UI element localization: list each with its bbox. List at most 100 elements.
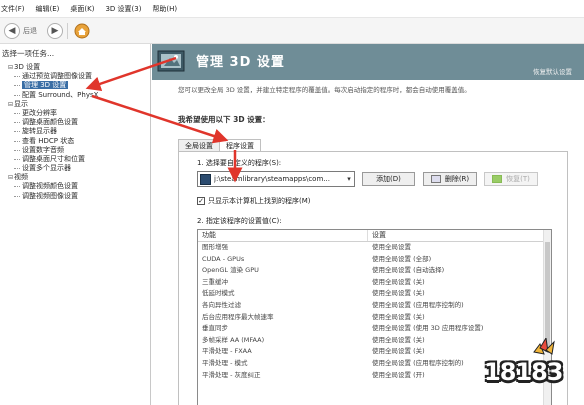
feature-cell: 平滑处理 - 灰度纠正 [202, 370, 261, 379]
toolbar: ◀ 后退 ▶ [0, 18, 584, 44]
sidebar-item[interactable]: 调整视频图像设置 [0, 192, 150, 201]
feature-cell: 图形增强 [202, 243, 228, 251]
sidebar-item-label: 3D 设置 [14, 63, 41, 71]
add-button-label: 添加(D) [376, 175, 401, 183]
feature-cell: 后台应用程序最大帧速率 [202, 312, 274, 321]
sidebar-item-label: 查看 HDCP 状态 [22, 136, 75, 145]
feature-cell: CUDA - GPUs [202, 254, 245, 263]
sidebar-item[interactable]: ⊟显示 [0, 100, 150, 109]
sidebar-title: 选择一项任务... [2, 49, 55, 58]
sidebar-item[interactable]: 调整视频颜色设置 [0, 182, 150, 191]
setting-cell: 使用全局设置 (关) [372, 312, 425, 321]
toolbar-divider [67, 22, 68, 39]
column-feature[interactable]: 功能 [198, 230, 368, 241]
sidebar-item[interactable]: ⊟3D 设置 [0, 63, 150, 72]
menu-desktop[interactable]: 桌面(K) [70, 4, 94, 14]
sidebar-item-label: 更改分辨率 [22, 108, 57, 117]
show-found-programs-checkbox[interactable]: ✓ 只显示本计算机上找到的程序(M) [197, 196, 311, 206]
setting-cell: 使用全局设置 (自动选择) [372, 266, 445, 275]
setting-cell: 使用全局设置 [372, 243, 411, 251]
table-row[interactable]: 图形增强 使用全局设置 [198, 242, 551, 254]
table-row[interactable]: 各向异性过滤 使用全局设置 (应用程序控制的) [198, 300, 551, 312]
settings-list-label: 2. 指定该程序的设置值(C): [197, 217, 282, 225]
sidebar-item[interactable]: 调整桌面尺寸和位置 [0, 155, 150, 164]
feature-cell: 各向异性过滤 [202, 300, 241, 309]
watermark-text: 18183 [484, 358, 563, 386]
setting-cell: 使用全局设置 (关) [372, 289, 425, 298]
back-icon[interactable]: ◀ [4, 22, 20, 39]
page-description: 您可以更改全局 3D 设置，并建立特定程序的覆盖值。每次启动指定的程序时，都会自… [178, 86, 471, 94]
column-setting[interactable]: 设置 [368, 230, 386, 241]
program-dropdown[interactable]: j:\steamlibrary\steamapps\com... ▾ [197, 171, 355, 187]
menu-3d-settings[interactable]: 3D 设置(3) [105, 4, 141, 14]
sidebar-item-label: 设置多个显示器 [22, 164, 71, 173]
restore-program-button[interactable]: 恢复(T) [484, 172, 538, 186]
sidebar-item[interactable]: 查看 HDCP 状态 [0, 137, 150, 146]
restore-defaults-link[interactable]: 恢复默认设置 [533, 66, 572, 76]
sidebar-item[interactable]: 设置数字音频 [0, 146, 150, 155]
feature-cell: 低延时模式 [202, 289, 235, 298]
task-tree: ⊟3D 设置 通过预览调整图像设置 管理 3D 设置 配置 Surround、Phys… [0, 63, 150, 201]
remove-program-button[interactable]: 删除(R) [423, 172, 477, 186]
sidebar-item-label: 视频 [14, 173, 28, 182]
table-row[interactable]: OpenGL 渲染 GPU 使用全局设置 (自动选择) [198, 265, 551, 277]
restore-icon [492, 175, 503, 183]
sidebar-item[interactable]: 通过预览调整图像设置 [0, 72, 150, 81]
setting-cell: 使用全局设置 (全部) [372, 254, 432, 263]
program-select-label: 1. 选择要自定义的程序(S): [197, 159, 282, 167]
setting-cell: 使用全局设置 (使用 3D 应用程序设置) [372, 324, 484, 333]
scrollbar-thumb[interactable] [545, 242, 550, 352]
sidebar-item-label: 调整桌面尺寸和位置 [22, 154, 85, 163]
sidebar-item[interactable]: 设置多个显示器 [0, 164, 150, 173]
table-row[interactable]: 低延时模式 使用全局设置 (关) [198, 288, 551, 300]
setting-cell: 使用全局设置 (应用程序控制的) [372, 358, 464, 367]
sidebar-item[interactable]: 配置 Surround、PhysX [0, 91, 150, 100]
feature-cell: 垂直同步 [202, 324, 228, 333]
table-row[interactable]: 垂直同步 使用全局设置 (使用 3D 应用程序设置) [198, 323, 551, 335]
sidebar-item[interactable]: 旋转显示器 [0, 127, 150, 136]
table-row[interactable]: 三重缓冲 使用全局设置 (关) [198, 277, 551, 289]
page-title: 管理 3D 设置 [196, 55, 285, 70]
menu-bar: 文件(F) 编辑(E) 桌面(K) 3D 设置(3) 帮助(H) [0, 0, 584, 18]
setting-cell: 使用全局设置 (开) [372, 370, 425, 379]
sidebar-item[interactable]: 调整桌面颜色设置 [0, 118, 150, 127]
checkbox-icon[interactable]: ✓ [197, 197, 205, 205]
menu-file[interactable]: 文件(F) [1, 4, 25, 14]
steam-app-icon [200, 173, 211, 185]
remove-icon [430, 175, 441, 183]
feature-cell: 多帧采样 AA (MFAA) [202, 335, 265, 344]
sidebar-item-label: 通过预览调整图像设置 [22, 72, 92, 81]
add-program-button[interactable]: 添加(D) [362, 172, 415, 186]
table-row[interactable]: CUDA - GPUs 使用全局设置 (全部) [198, 254, 551, 266]
sidebar-item-label: 管理 3D 设置 [22, 81, 69, 90]
sidebar-item-label: 调整视频图像设置 [22, 191, 78, 200]
feature-cell: 三重缓冲 [202, 277, 228, 286]
watermark-logo: 18183 [476, 338, 580, 400]
sidebar-item-label: 设置数字音频 [22, 145, 64, 154]
sidebar-item-label: 调整桌面颜色设置 [22, 118, 78, 127]
sidebar-item[interactable]: 更改分辨率 [0, 109, 150, 118]
sidebar-item-label: 调整视频颜色设置 [22, 182, 78, 191]
setting-cell: 使用全局设置 (应用程序控制的) [372, 300, 464, 309]
forward-icon[interactable]: ▶ [47, 22, 63, 39]
page-banner: 管理 3D 设置 恢复默认设置 [152, 44, 584, 80]
menu-help[interactable]: 帮助(H) [152, 4, 177, 14]
sidebar-item-label: 旋转显示器 [22, 127, 57, 136]
remove-button-label: 删除(R) [444, 175, 470, 183]
feature-cell: 平滑处理 - FXAA [202, 347, 252, 356]
table-row[interactable]: 后台应用程序最大帧速率 使用全局设置 (关) [198, 312, 551, 324]
section-title: 我希望使用以下 3D 设置： [178, 115, 270, 124]
3d-settings-icon [157, 50, 185, 72]
menu-edit[interactable]: 编辑(E) [36, 4, 60, 14]
home-icon[interactable] [74, 23, 90, 39]
restore-button-label: 恢复(T) [506, 175, 530, 183]
feature-cell: 平滑处理 - 模式 [202, 358, 248, 367]
back-label[interactable]: 后退 [23, 26, 37, 36]
feature-cell: OpenGL 渲染 GPU [202, 266, 259, 275]
setting-cell: 使用全局设置 (关) [372, 277, 425, 286]
sidebar-item-label: 显示 [14, 99, 28, 108]
chevron-down-icon[interactable]: ▾ [344, 175, 354, 183]
sidebar-item-label: 配置 Surround、PhysX [22, 90, 99, 99]
sidebar-item[interactable]: 管理 3D 设置 [0, 81, 150, 90]
setting-cell: 使用全局设置 (关) [372, 347, 425, 356]
